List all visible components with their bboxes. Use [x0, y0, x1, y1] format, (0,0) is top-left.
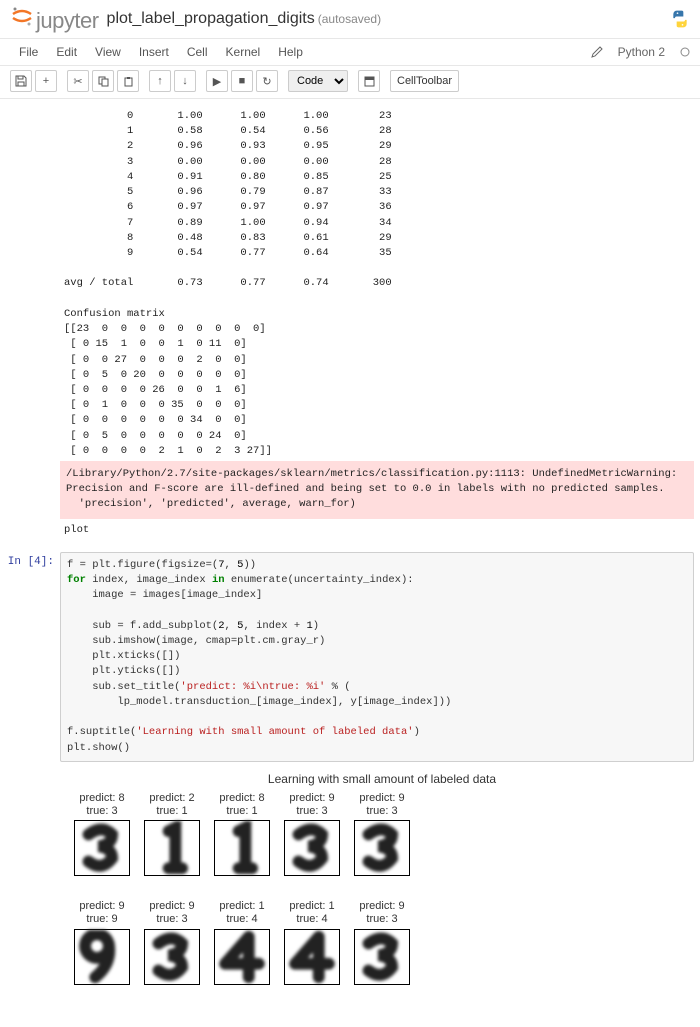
move-up-button[interactable]: ↑ [149, 70, 171, 92]
paste-button[interactable] [117, 70, 139, 92]
code-cell[interactable]: In [4]: f = plt.figure(figsize=(7, 5)) f… [6, 552, 694, 762]
menu-kernel[interactable]: Kernel [217, 41, 270, 63]
header: jupyter plot_label_propagation_digits (a… [0, 0, 700, 39]
notebook-area: 0 1.00 1.00 1.00 23 1 0.58 0.54 0.56 28 … [0, 99, 700, 1027]
cell-type-select[interactable]: Code [288, 70, 348, 92]
restart-button[interactable]: ↻ [256, 70, 278, 92]
notebook-title[interactable]: plot_label_propagation_digits [107, 10, 315, 28]
jupyter-logo[interactable]: jupyter [10, 4, 99, 34]
menubar: File Edit View Insert Cell Kernel Help P… [0, 39, 700, 66]
subplot: predict: 1true: 4 [284, 900, 340, 984]
digit-image [74, 820, 130, 876]
celltoolbar-button[interactable]: CellToolbar [390, 70, 459, 92]
input-prompt: In [4]: [6, 552, 60, 762]
logo-text: jupyter [36, 8, 99, 34]
figure-output: Learning with small amount of labeled da… [60, 768, 694, 1019]
add-cell-button[interactable]: + [35, 70, 57, 92]
cut-button[interactable]: ✂ [67, 70, 89, 92]
subplot: predict: 8true: 1 [214, 792, 270, 876]
subplot: predict: 9true: 3 [354, 900, 410, 984]
figure-title: Learning with small amount of labeled da… [76, 772, 688, 786]
digit-image [144, 929, 200, 985]
move-down-button[interactable]: ↓ [174, 70, 196, 92]
menu-help[interactable]: Help [269, 41, 312, 63]
command-palette-button[interactable] [358, 70, 380, 92]
subplot: predict: 1true: 4 [214, 900, 270, 984]
plot-label: plot [60, 519, 694, 546]
menu-insert[interactable]: Insert [130, 41, 178, 63]
copy-button[interactable] [92, 70, 114, 92]
subplot: predict: 9true: 3 [284, 792, 340, 876]
python-icon [670, 9, 690, 29]
warning-output: /Library/Python/2.7/site-packages/sklear… [60, 461, 694, 519]
classification-report-output: 0 1.00 1.00 1.00 23 1 0.58 0.54 0.56 28 … [60, 107, 694, 461]
edit-icon[interactable] [591, 46, 603, 58]
run-button[interactable]: ▶ [206, 70, 228, 92]
digit-image [74, 929, 130, 985]
subplot: predict: 9true: 3 [354, 792, 410, 876]
digit-image [354, 929, 410, 985]
menu-file[interactable]: File [10, 41, 47, 63]
digit-image [284, 929, 340, 985]
toolbar: + ✂ ↑ ↓ ▶ ■ ↻ Code CellToolbar [0, 66, 700, 99]
kernel-status-icon [680, 47, 690, 57]
menu-view[interactable]: View [86, 41, 130, 63]
code-content[interactable]: f = plt.figure(figsize=(7, 5)) for index… [67, 558, 687, 756]
subplot: predict: 9true: 3 [144, 900, 200, 984]
digit-image [214, 820, 270, 876]
subplot: predict: 2true: 1 [144, 792, 200, 876]
subplot: predict: 9true: 9 [74, 900, 130, 984]
save-button[interactable] [10, 70, 32, 92]
subplot: predict: 8true: 3 [74, 792, 130, 876]
digit-image [354, 820, 410, 876]
digit-image [214, 929, 270, 985]
stop-button[interactable]: ■ [231, 70, 253, 92]
kernel-name[interactable]: Python 2 [609, 41, 674, 63]
output-cell: 0 1.00 1.00 1.00 23 1 0.58 0.54 0.56 28 … [6, 107, 694, 546]
autosave-status: (autosaved) [318, 12, 381, 26]
menu-cell[interactable]: Cell [178, 41, 217, 63]
digit-image [284, 820, 340, 876]
digit-image [144, 820, 200, 876]
menu-edit[interactable]: Edit [47, 41, 86, 63]
output-prompt [6, 107, 60, 546]
jupyter-icon [10, 4, 34, 28]
